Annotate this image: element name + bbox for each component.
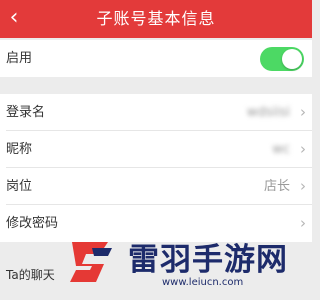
watermark-logo-icon [70, 242, 112, 282]
nickname-row[interactable]: 昵称 wc › [0, 131, 312, 168]
page-title: 子账号基本信息 [96, 9, 216, 28]
nickname-value: wc [272, 142, 290, 157]
chevron-right-icon: › [300, 103, 306, 121]
position-value: 店长 [263, 179, 290, 194]
nickname-label: 昵称 [6, 142, 33, 157]
watermark: 雷羽手游网 www.leiucn.com [62, 230, 312, 300]
watermark-name: 雷羽手游网 [128, 242, 288, 278]
login-name-value: wdsiisi [246, 105, 290, 120]
watermark-url: www.leiucn.com [162, 277, 244, 288]
position-label: 岗位 [6, 179, 33, 194]
chat-section-title: Ta的聊天 [6, 268, 55, 282]
enable-label: 启用 [6, 51, 33, 66]
change-password-label: 修改密码 [6, 216, 59, 231]
enable-row: 启用 [0, 40, 312, 77]
enable-toggle[interactable] [260, 47, 304, 71]
toggle-knob [282, 49, 302, 69]
chevron-right-icon: › [300, 177, 306, 195]
login-name-row[interactable]: 登录名 wdsiisi › [0, 94, 312, 131]
login-name-label: 登录名 [6, 105, 46, 120]
position-row[interactable]: 岗位 店长 › [0, 168, 312, 205]
chevron-right-icon: › [300, 140, 306, 158]
app-header: ‹ 子账号基本信息 [0, 0, 312, 38]
